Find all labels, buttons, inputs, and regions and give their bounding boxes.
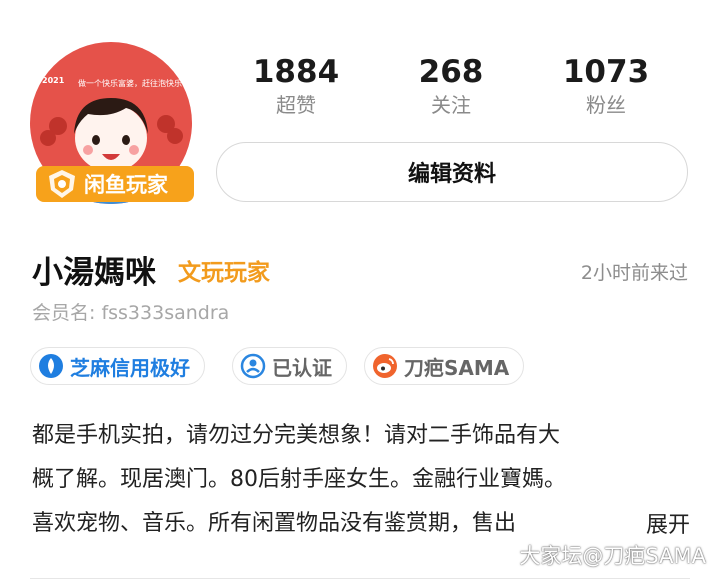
stat-likes-label: 超赞 [276,93,316,117]
verified-icon [240,353,266,379]
edit-profile-button[interactable]: 编辑资料 [216,142,688,202]
stat-followers-value: 1073 [562,54,650,90]
profile-name: 小湯媽咪 [32,255,156,291]
sesame-credit-icon [39,354,63,378]
stat-following-label: 关注 [431,93,471,117]
bio-line: 概了解。现居澳门。80后射手座女生。金融行业寶媽。 [32,467,566,492]
stat-followers[interactable]: 1073 粉丝 [536,54,676,120]
player-badge-label: 闲鱼玩家 [84,173,168,197]
watermark: 大家坛@刀疤SAMA [519,544,706,568]
xianyu-player-icon [49,170,75,198]
weibo-label: 刀疤SAMA [404,355,510,380]
divider [30,578,690,579]
verified-badge[interactable]: 已认证 [232,347,347,385]
stat-following-value: 268 [418,54,484,90]
sesame-credit-badge[interactable]: 芝麻信用极好 [30,347,205,385]
verified-label: 已认证 [272,355,332,380]
bio-line: 都是手机实拍，请勿过分完美想象！请对二手饰品有大 [32,423,561,448]
avatar-container[interactable]: 2021 做一个快乐富婆，赶往泡快乐 闲鱼玩家 [30,42,194,206]
member-name: 会员名: fss333sandra [32,302,230,324]
stat-likes-value: 1884 [252,54,340,90]
stat-followers-label: 粉丝 [586,93,626,117]
sesame-credit-label: 芝麻信用极好 [70,355,190,380]
last-seen: 2小时前来过 [580,262,688,284]
stat-likes[interactable]: 1884 超赞 [226,54,366,120]
weibo-icon [373,354,397,378]
weibo-badge[interactable]: 刀疤SAMA [364,347,525,385]
player-badge: 闲鱼玩家 [36,166,194,202]
bio-text: 都是手机实拍，请勿过分完美想象！请对二手饰品有大 概了解。现居澳门。80后射手座… [32,414,702,546]
stat-following[interactable]: 268 关注 [381,54,521,120]
profile-tag[interactable]: 文玩玩家 [178,256,270,290]
